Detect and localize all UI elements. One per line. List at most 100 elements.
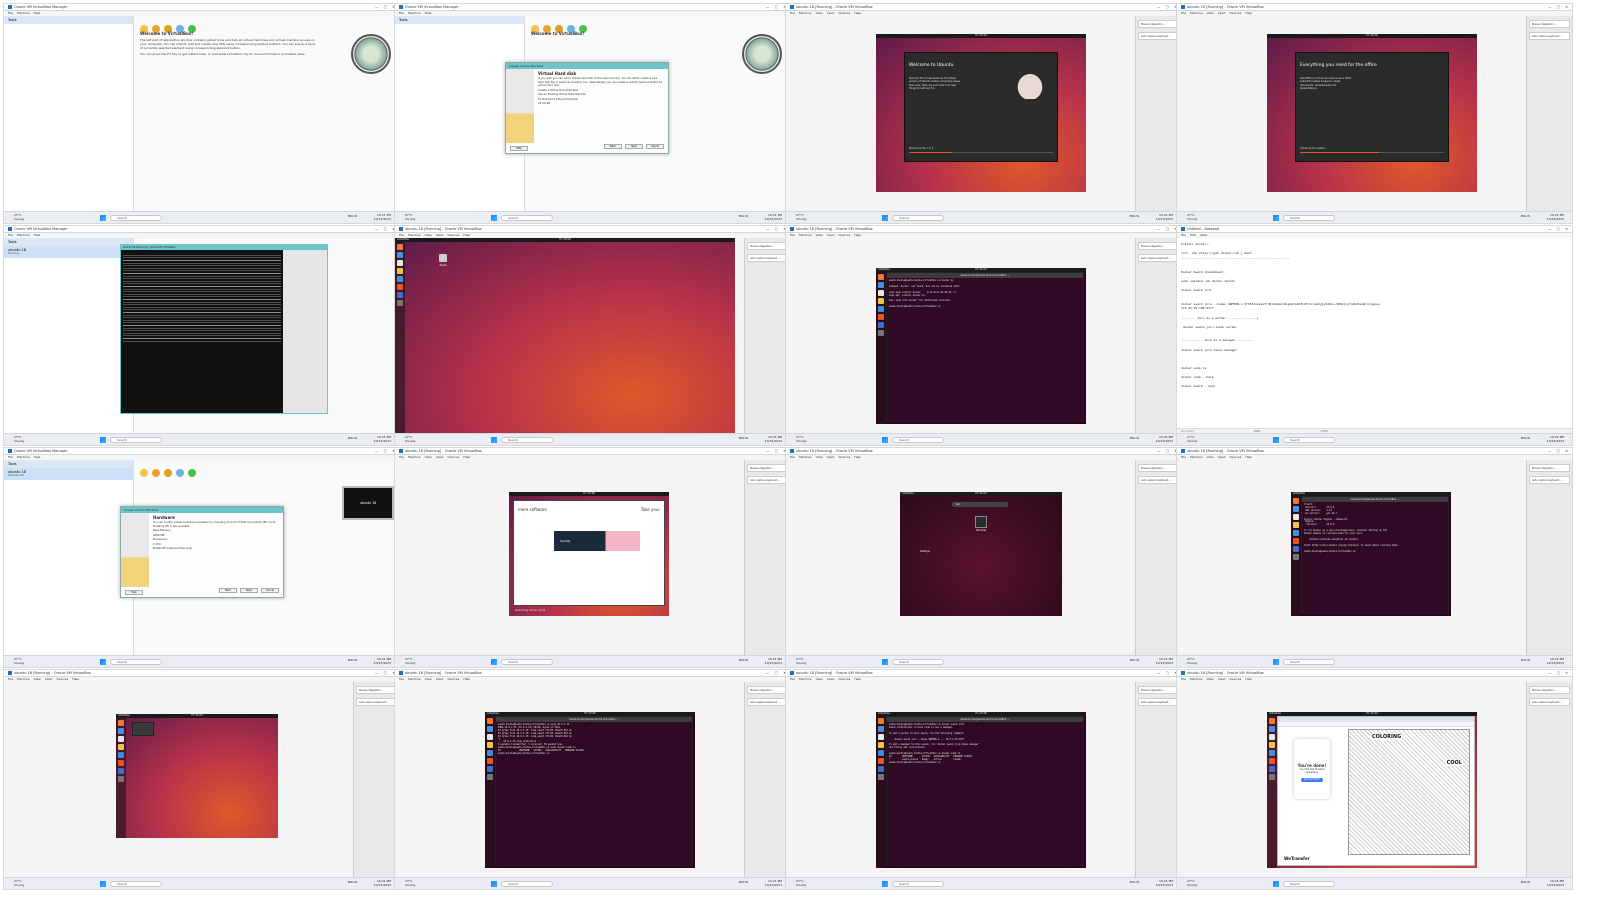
dock-app-icon[interactable] <box>878 330 884 336</box>
language-indicator[interactable]: ENG IN <box>1130 659 1139 662</box>
dock-app-icon[interactable] <box>1269 734 1275 740</box>
keyboard-capture-notice[interactable]: Auto capture keyboard ... <box>747 476 788 484</box>
keyboard-capture-notice[interactable]: Auto capture keyboard ... <box>1529 476 1570 484</box>
mouse-integration-notice[interactable]: Mouse integration ... <box>1529 686 1570 694</box>
menu-item[interactable]: Devices <box>1230 11 1242 15</box>
dock-app-icon[interactable] <box>487 750 493 756</box>
weather-widget[interactable]: 27°C Cloudy <box>1187 435 1197 443</box>
start-icon[interactable] <box>491 437 497 443</box>
tools-item[interactable]: Tools <box>4 16 133 24</box>
weather-widget[interactable]: 27°C Cloudy <box>796 879 806 887</box>
dock-app-icon[interactable] <box>1293 554 1299 560</box>
dock-app-icon[interactable] <box>118 720 124 726</box>
menu-item[interactable]: File <box>790 11 795 15</box>
trash-desktop-icon[interactable]: Trash <box>437 254 449 267</box>
taskbar-clock[interactable]: 10:21 PM 10/15/2023 <box>765 435 782 443</box>
keyboard-capture-notice[interactable]: Auto capture keyboard ... <box>1138 476 1179 484</box>
welcome-window[interactable]: more software Take your Spotify <box>513 500 665 606</box>
dock-app-icon[interactable] <box>1293 530 1299 536</box>
dock-app-icon[interactable] <box>487 758 493 764</box>
dock-app-icon[interactable] <box>1269 726 1275 732</box>
dock-app-icon[interactable] <box>1269 766 1275 772</box>
dock-app-icon[interactable] <box>878 758 884 764</box>
vm-display[interactable]: Fri 17:48 more software Take your Spotify We… <box>395 460 744 655</box>
dock-app-icon[interactable] <box>118 744 124 750</box>
dock-app-icon[interactable] <box>118 768 124 774</box>
window-controls[interactable]: — ▢ ✕ <box>1548 226 1570 233</box>
tools-item[interactable]: Tools <box>395 16 524 24</box>
menu-item[interactable]: Help <box>854 11 861 15</box>
menu-item[interactable]: View <box>816 233 823 237</box>
dock-app-icon[interactable] <box>1269 742 1275 748</box>
cancel-button[interactable]: Cancel <box>646 144 664 149</box>
menu-item[interactable]: Devices <box>57 677 69 681</box>
menu-item[interactable]: File <box>399 677 404 681</box>
menu-item[interactable]: Input <box>1218 677 1226 681</box>
menu-item[interactable]: File <box>8 11 13 15</box>
dock-app-icon[interactable] <box>878 734 884 740</box>
dock-app-icon[interactable] <box>878 766 884 772</box>
help-button[interactable]: Help <box>510 146 528 151</box>
toolbar-button[interactable] <box>188 469 196 477</box>
dock-app-icon[interactable] <box>118 760 124 766</box>
vm-console-window[interactable]: ubuntu 18 [Running] - Oracle VM VirtualB… <box>120 244 328 414</box>
ubuntu-clock[interactable]: Fri 10:16 <box>1366 34 1377 38</box>
taskbar-search[interactable]: Search <box>1283 881 1335 887</box>
menu-item[interactable]: View <box>1207 677 1214 681</box>
firefox-window[interactable]: You're done! Your file has finished uploa… <box>1277 716 1475 866</box>
toolbar-button[interactable] <box>140 469 148 477</box>
vm-list-item[interactable]: ubuntu 18 Powered Off <box>4 468 133 480</box>
menu-item[interactable]: Devices <box>448 455 460 459</box>
dock-app-icon[interactable] <box>1269 750 1275 756</box>
cancel-button[interactable]: Cancel <box>261 588 279 593</box>
weather-widget[interactable]: 27°C Cloudy <box>405 435 415 443</box>
menu-item[interactable]: File <box>8 455 13 459</box>
menu-item[interactable]: Devices <box>839 677 851 681</box>
menu-item[interactable]: Help <box>854 455 861 459</box>
dock-app-icon[interactable] <box>397 244 403 250</box>
menu-item[interactable]: File <box>790 677 795 681</box>
language-indicator[interactable]: ENG IN <box>1130 437 1139 440</box>
mouse-integration-notice[interactable]: Mouse integration ... <box>1138 20 1179 28</box>
dock-app-icon[interactable] <box>397 276 403 282</box>
language-indicator[interactable]: ENG IN <box>348 659 357 662</box>
taskbar-clock[interactable]: 10:21 PM 10/15/2023 <box>1547 435 1564 443</box>
toolbar-button[interactable] <box>164 469 172 477</box>
language-indicator[interactable]: ENG IN <box>739 215 748 218</box>
menu-item[interactable]: Input <box>827 233 835 237</box>
language-indicator[interactable]: ENG IN <box>1521 881 1530 884</box>
menu-item[interactable]: File <box>790 233 795 237</box>
dock-app-icon[interactable] <box>1293 514 1299 520</box>
weather-widget[interactable]: 27°C Cloudy <box>405 213 415 221</box>
language-indicator[interactable]: ENG IN <box>739 437 748 440</box>
menu-item[interactable]: Input <box>45 677 53 681</box>
taskbar-search[interactable]: Search <box>110 659 162 665</box>
activities-button[interactable]: Activities <box>878 268 890 271</box>
ubuntu-clock[interactable]: Fri 11:03 <box>191 714 202 718</box>
taskbar-search[interactable]: Search <box>1283 659 1335 665</box>
taskbar-search[interactable]: Search <box>892 659 944 665</box>
menu-item[interactable]: File <box>399 233 404 237</box>
dock-app-icon[interactable] <box>1269 718 1275 724</box>
taskbar-search[interactable]: Search <box>892 881 944 887</box>
keyboard-capture-notice[interactable]: Auto capture keyboard ... <box>1529 32 1570 40</box>
dock-app-icon[interactable] <box>878 274 884 280</box>
mouse-integration-notice[interactable]: Mouse integration ... <box>1138 242 1179 250</box>
mouse-integration-notice[interactable]: Mouse integration ... <box>1529 464 1570 472</box>
menu-item[interactable]: Devices <box>448 677 460 681</box>
dock-app-icon[interactable] <box>878 718 884 724</box>
taskbar-search[interactable]: Search <box>892 215 944 221</box>
weather-widget[interactable]: 27°C Cloudy <box>14 435 24 443</box>
menu-item[interactable]: Input <box>1218 11 1226 15</box>
activities-button[interactable]: Activities <box>118 714 130 717</box>
ubuntu-clock[interactable]: Fri 17:48 <box>583 492 594 496</box>
vm-display[interactable]: Fri 10:16 Everything you need for the off… <box>1177 16 1526 211</box>
window-controls[interactable]: — ▢ ✕ <box>1548 670 1570 677</box>
menu-item[interactable]: Help <box>34 11 41 15</box>
menu-item[interactable]: Help <box>463 677 470 681</box>
menu-item[interactable]: Help <box>34 233 41 237</box>
taskbar-clock[interactable]: 10:21 PM 10/15/2023 <box>1547 879 1564 887</box>
taskbar-clock[interactable]: 10:21 PM 10/15/2023 <box>374 657 391 665</box>
weather-widget[interactable]: 27°C Cloudy <box>1187 213 1197 221</box>
dock-app-icon[interactable] <box>487 718 493 724</box>
